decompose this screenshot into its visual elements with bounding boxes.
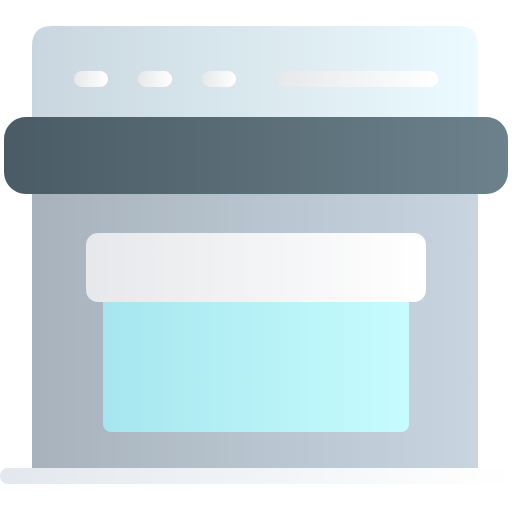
window-control-dot-1: [74, 71, 108, 87]
browser-window-icon: [0, 26, 512, 484]
window-control-dot-2: [138, 71, 172, 87]
address-bar: [276, 71, 438, 87]
toolbar-band: [4, 117, 508, 194]
window-base: [0, 468, 512, 484]
icon-canvas: [0, 0, 512, 512]
content-screen: [103, 280, 409, 432]
content-header-bar: [86, 233, 426, 302]
window-control-dot-3: [202, 71, 236, 87]
